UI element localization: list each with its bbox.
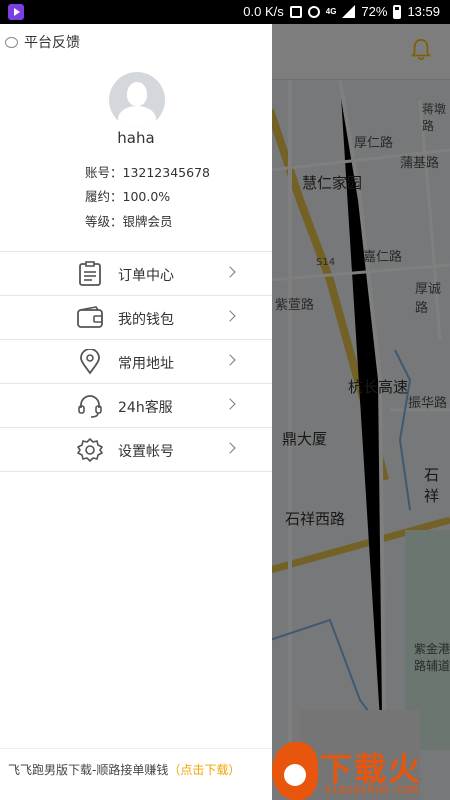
chevron-right-icon (224, 266, 236, 278)
network-speed: 0.0 K/s (243, 4, 284, 19)
watermark-logo: 下载火 xiazaihuo.com (272, 742, 450, 800)
menu-label: 常用地址 (118, 356, 174, 372)
download-promo: 飞飞跑男版下载-顺路接单赚钱 (8, 763, 169, 777)
app-notification-icon (8, 4, 24, 20)
feedback-button[interactable]: 平台反馈 (5, 32, 80, 52)
avatar[interactable] (109, 72, 165, 128)
fulfill-rate: 履约：100.0% (85, 189, 171, 204)
alarm-icon (307, 5, 320, 18)
download-text: 飞飞跑男版下载-顺路接单赚钱（点击下载） (8, 761, 240, 778)
member-level: 等级：银牌会员 (85, 214, 173, 229)
vibrate-icon (289, 5, 302, 18)
chevron-right-icon (224, 310, 236, 322)
chat-bubble-icon (5, 36, 18, 48)
avatar-head (127, 82, 147, 106)
network-type: 4G (325, 7, 337, 16)
menu-item-settings[interactable]: 设置帐号 (0, 428, 272, 472)
drawer-menu: 订单中心 我的钱包 常用地址 24h客服 设置帐号 (0, 251, 272, 472)
download-banner[interactable]: 飞飞跑男版下载-顺路接单赚钱（点击下载） (0, 748, 272, 800)
gear-icon (77, 438, 103, 462)
side-drawer: 平台反馈 haha 账号：13212345678 履约：100.0% 等级：银牌… (0, 24, 272, 800)
clock: 13:59 (407, 4, 440, 19)
chevron-right-icon (224, 442, 236, 454)
download-link[interactable]: （点击下载） (168, 763, 240, 777)
menu-item-orders[interactable]: 订单中心 (0, 252, 272, 296)
headset-icon (78, 395, 102, 418)
chevron-right-icon (224, 398, 236, 410)
status-indicators: 0.0 K/s 4G 72% 13:59 (243, 4, 440, 19)
username: haha (117, 129, 155, 147)
flame-icon (272, 742, 318, 800)
menu-item-wallet[interactable]: 我的钱包 (0, 296, 272, 340)
chevron-right-icon (224, 354, 236, 366)
battery-percent: 72% (361, 4, 388, 19)
menu-label: 订单中心 (118, 268, 174, 284)
menu-label: 我的钱包 (118, 312, 174, 328)
menu-item-address[interactable]: 常用地址 (0, 340, 272, 384)
clipboard-icon (79, 261, 101, 286)
feedback-label: 平台反馈 (24, 35, 80, 51)
location-pin-icon (80, 349, 100, 375)
status-bar: 0.0 K/s 4G 72% 13:59 (0, 0, 450, 24)
menu-label: 设置帐号 (118, 444, 174, 460)
menu-item-support[interactable]: 24h客服 (0, 384, 272, 428)
watermark-url: xiazaihuo.com (324, 782, 418, 796)
avatar-body (118, 106, 156, 128)
wallet-icon (77, 306, 103, 328)
battery-icon (393, 4, 402, 19)
menu-label: 24h客服 (118, 400, 173, 416)
account-info: 账号：13212345678 (85, 165, 210, 180)
signal-icon (342, 5, 356, 18)
